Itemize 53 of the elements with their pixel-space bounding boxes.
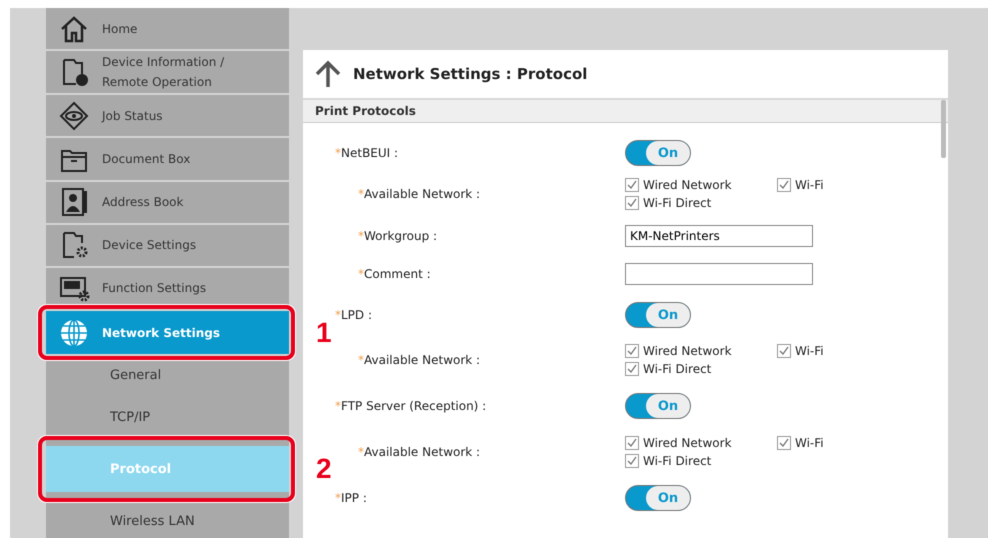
section-header: Print Protocols xyxy=(303,100,948,123)
field-label: *IPP : xyxy=(334,491,368,505)
checkbox-label: Wired Network xyxy=(643,436,732,450)
checkbox[interactable] xyxy=(625,344,639,358)
checkbox-label: Wi-Fi Direct xyxy=(643,454,712,468)
field-label: *Comment : xyxy=(357,267,432,281)
checkmark-icon xyxy=(779,438,789,448)
toggle-switch[interactable]: On xyxy=(625,393,691,419)
checkbox-label: Wired Network xyxy=(643,178,732,192)
checkbox-label: Wi-Fi xyxy=(795,178,824,192)
field-label: *LPD : xyxy=(334,308,374,322)
checkbox-label: Wired Network xyxy=(643,344,732,358)
nav-item[interactable]: Address Book xyxy=(46,182,289,223)
checkbox[interactable] xyxy=(625,362,639,376)
page-title: Network Settings : Protocol xyxy=(353,65,588,83)
nav-item[interactable]: Document Box xyxy=(46,138,289,180)
field-label: *Available Network : xyxy=(357,353,482,367)
callout-number: 1 xyxy=(316,316,332,349)
up-arrow-icon[interactable] xyxy=(313,59,343,89)
scrollbar-thumb[interactable] xyxy=(941,100,946,158)
field-label: *Available Network : xyxy=(357,187,482,201)
toggle-switch[interactable]: On xyxy=(625,302,691,328)
nav-item[interactable]: Home xyxy=(46,8,289,50)
nav-subitem[interactable]: Wireless LAN xyxy=(46,504,289,538)
nav-item[interactable]: Device Information / Remote Operation xyxy=(46,51,289,94)
checkbox[interactable] xyxy=(777,178,791,192)
checkbox[interactable] xyxy=(625,454,639,468)
nav-item[interactable]: Job Status xyxy=(46,95,289,136)
checkmark-icon xyxy=(779,180,789,190)
checkbox-label: Wi-Fi Direct xyxy=(643,362,712,376)
callout-number: 2 xyxy=(316,453,332,486)
text-field[interactable] xyxy=(625,263,813,285)
checkbox[interactable] xyxy=(777,344,791,358)
checkbox-label: Wi-Fi xyxy=(795,344,824,358)
toggle-switch[interactable]: On xyxy=(625,485,691,511)
nav-item[interactable]: Network Settings xyxy=(46,311,289,354)
checkbox-label: Wi-Fi xyxy=(795,436,824,450)
checkbox[interactable] xyxy=(625,436,639,450)
eye-icon xyxy=(58,100,90,132)
checkbox[interactable] xyxy=(777,436,791,450)
nav-subitem[interactable]: TCP/IP xyxy=(46,400,289,434)
text-field[interactable]: KM-NetPrinters xyxy=(625,225,813,247)
checkbox[interactable] xyxy=(625,178,639,192)
field-label: *NetBEUI : xyxy=(334,146,400,160)
checkbox-label: Wi-Fi Direct xyxy=(643,196,712,210)
nav-subitem[interactable]: General xyxy=(46,358,289,392)
field-label: *Workgroup : xyxy=(357,229,438,243)
nav-item[interactable]: Device Settings xyxy=(46,224,289,266)
toggle-switch[interactable]: On xyxy=(625,140,691,166)
checkmark-icon xyxy=(779,346,789,356)
checkbox[interactable] xyxy=(625,196,639,210)
field-label: *Available Network : xyxy=(357,445,482,459)
field-label: *FTP Server (Reception) : xyxy=(334,399,488,413)
